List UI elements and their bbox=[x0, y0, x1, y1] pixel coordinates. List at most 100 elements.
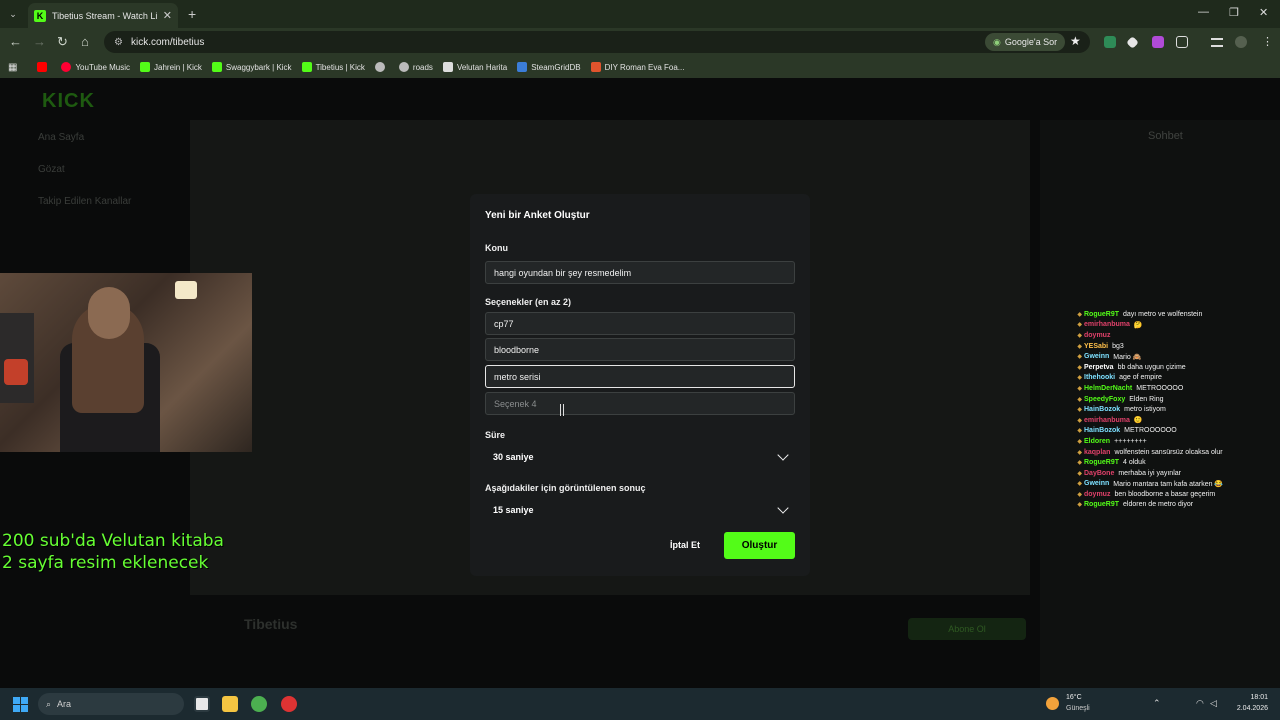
bookmark-youtube[interactable] bbox=[37, 62, 51, 72]
bookmark-tibetius[interactable]: Tibetius | Kick bbox=[301, 62, 365, 72]
chat-username[interactable]: kaqplan bbox=[1084, 449, 1110, 456]
chat-username[interactable]: HelmDerNacht bbox=[1084, 385, 1132, 392]
option-1-input[interactable]: cp77 bbox=[485, 312, 795, 335]
sidebar-item-home[interactable]: Ana Sayfa bbox=[38, 132, 84, 143]
option-3-input[interactable]: metro serisi bbox=[485, 365, 795, 388]
cancel-button[interactable]: İptal Et bbox=[670, 540, 700, 550]
extensions-puzzle-icon[interactable] bbox=[1176, 36, 1188, 48]
home-icon[interactable]: ⌂ bbox=[81, 34, 89, 49]
chat-username[interactable]: SpeedyFoxy bbox=[1084, 396, 1125, 403]
bookmark-youtube-music[interactable]: YouTube Music bbox=[61, 62, 130, 72]
forward-icon[interactable]: → bbox=[33, 34, 46, 49]
browser-tab[interactable]: K Tibetius Stream - Watch Live o ✕ bbox=[28, 3, 178, 28]
apps-grid-icon[interactable]: ▦ bbox=[8, 62, 17, 73]
chat-message: ◆ Gweinn Mario mantara tam kafa atarken 😂 bbox=[1040, 479, 1280, 490]
url-text: kick.com/tibetius bbox=[130, 36, 205, 48]
restore-icon[interactable]: ❐ bbox=[1229, 6, 1239, 19]
chat-username[interactable]: doymuz bbox=[1084, 491, 1110, 498]
diy-icon bbox=[590, 62, 601, 72]
sidebar-item-browse[interactable]: Gözat bbox=[38, 164, 65, 175]
kick-icon bbox=[301, 62, 312, 72]
tray-chevron-icon[interactable]: ⌃ bbox=[1153, 698, 1161, 709]
chat-username[interactable]: RogueR9T bbox=[1084, 311, 1119, 318]
bookmark-swaggybark[interactable]: Swaggybark | Kick bbox=[211, 62, 292, 72]
task-view-icon[interactable] bbox=[194, 696, 210, 712]
chat-username[interactable]: emirhanbuma bbox=[1084, 321, 1130, 328]
kick-icon bbox=[211, 62, 222, 72]
chat-username[interactable]: YESabi bbox=[1084, 343, 1108, 350]
streamer-name[interactable]: Tibetius bbox=[244, 616, 297, 632]
close-tab-icon[interactable]: ✕ bbox=[163, 9, 172, 22]
chat-username[interactable]: RogueR9T bbox=[1084, 501, 1119, 508]
minimize-icon[interactable]: — bbox=[1198, 6, 1209, 18]
bookmark-velutan-harita[interactable]: Velutan Harita bbox=[442, 62, 507, 72]
chat-username[interactable]: Gweinn bbox=[1084, 353, 1109, 360]
youtube-music-icon bbox=[61, 62, 72, 72]
wifi-icon[interactable]: ◠ bbox=[1196, 698, 1204, 709]
file-explorer-icon[interactable] bbox=[222, 696, 238, 712]
chat-username[interactable]: emirhanbuma bbox=[1084, 417, 1130, 424]
clock-date[interactable]: 2.04.2026 bbox=[1220, 705, 1268, 712]
profile-avatar[interactable] bbox=[1235, 36, 1247, 48]
create-poll-dialog: Yeni bir Anket Oluştur Konu hangi oyunda… bbox=[470, 194, 810, 576]
new-tab-button[interactable]: + bbox=[188, 6, 196, 22]
topic-label: Konu bbox=[485, 243, 508, 253]
result-duration-value: 15 saniye bbox=[493, 505, 534, 515]
chat-username[interactable]: HainBozok bbox=[1084, 427, 1120, 434]
duration-select[interactable]: 30 saniye bbox=[485, 446, 795, 468]
ask-google-button[interactable]: ◉ Google'a Sor bbox=[985, 33, 1066, 51]
chat-username[interactable]: Perpetva bbox=[1084, 364, 1114, 371]
chat-badges-icon: ◆ bbox=[1077, 460, 1082, 467]
chat-text: age of empire bbox=[1119, 374, 1162, 382]
bookmark-globe[interactable] bbox=[374, 62, 389, 72]
chat-username[interactable]: DayBone bbox=[1084, 470, 1114, 477]
chat-badges-icon: ◆ bbox=[1077, 343, 1082, 350]
result-duration-select[interactable]: 15 saniye bbox=[485, 499, 795, 521]
chat-username[interactable]: Eldoren bbox=[1084, 438, 1110, 445]
create-button[interactable]: Oluştur bbox=[724, 532, 795, 559]
windows-start-icon[interactable] bbox=[13, 697, 28, 712]
weather-temperature: 16°C bbox=[1066, 694, 1082, 701]
topic-input[interactable]: hangi oyundan bir şey resmedelim bbox=[485, 261, 795, 284]
subscribe-button[interactable]: Abone Ol bbox=[908, 618, 1026, 640]
sidebar-item-following[interactable]: Takip Edilen Kanallar bbox=[38, 196, 131, 207]
chat-text: 🙂 bbox=[1133, 417, 1143, 425]
close-window-icon[interactable]: ✕ bbox=[1259, 6, 1268, 19]
tab-groups-icon[interactable] bbox=[1211, 38, 1223, 47]
extension-shield-icon[interactable] bbox=[1104, 36, 1116, 48]
tab-search-chevron-icon[interactable]: ⌄ bbox=[6, 7, 20, 21]
weather-description: Güneşli bbox=[1066, 705, 1090, 712]
bookmark-jahrein[interactable]: Jahrein | Kick bbox=[140, 62, 202, 72]
menu-kebab-icon[interactable]: ⋮ bbox=[1262, 35, 1273, 48]
kick-icon bbox=[140, 62, 151, 72]
chat-message: ◆ HainBozok metro istiyom bbox=[1040, 404, 1280, 415]
option-2-input[interactable]: bloodborne bbox=[485, 338, 795, 361]
chrome-icon[interactable] bbox=[251, 696, 267, 712]
chat-username[interactable]: HainBozok bbox=[1084, 406, 1120, 413]
site-info-icon[interactable]: ⚙ bbox=[114, 37, 123, 48]
webcam-overlay bbox=[0, 273, 252, 452]
extension-purple-icon[interactable] bbox=[1152, 36, 1164, 48]
search-icon: ⌕ bbox=[46, 698, 52, 709]
taskbar-search[interactable]: ⌕ Ara bbox=[38, 693, 184, 715]
app-red-icon[interactable] bbox=[281, 696, 297, 712]
back-icon[interactable]: ← bbox=[9, 34, 22, 49]
cam-shelf bbox=[0, 313, 34, 403]
lens-icon: ◉ bbox=[993, 36, 1001, 47]
volume-icon[interactable]: ◁ bbox=[1210, 698, 1217, 709]
chat-username[interactable]: Ithehooki bbox=[1084, 374, 1115, 381]
url-bar[interactable]: ⚙ kick.com/tibetius bbox=[104, 31, 1090, 53]
option-4-input[interactable]: Seçenek 4 bbox=[485, 392, 795, 415]
weather-sun-icon[interactable] bbox=[1046, 697, 1059, 710]
bookmark-roads[interactable]: roads bbox=[398, 62, 433, 72]
reload-icon[interactable]: ↻ bbox=[57, 34, 68, 50]
chat-username[interactable]: Gweinn bbox=[1084, 480, 1109, 487]
bookmark-steamgriddb[interactable]: SteamGridDB bbox=[517, 62, 581, 72]
bookmark-diy-roman[interactable]: DIY Roman Eva Foa... bbox=[590, 62, 684, 72]
bookmark-star-icon[interactable]: ★ bbox=[1070, 34, 1081, 48]
clock-time[interactable]: 18:01 bbox=[1228, 694, 1268, 701]
overlay-text-line1: 200 sub'da Velutan kitaba bbox=[2, 531, 224, 551]
chat-username[interactable]: doymuz bbox=[1084, 332, 1110, 339]
chat-badges-icon: ◆ bbox=[1077, 385, 1082, 392]
chat-username[interactable]: RogueR9T bbox=[1084, 459, 1119, 466]
